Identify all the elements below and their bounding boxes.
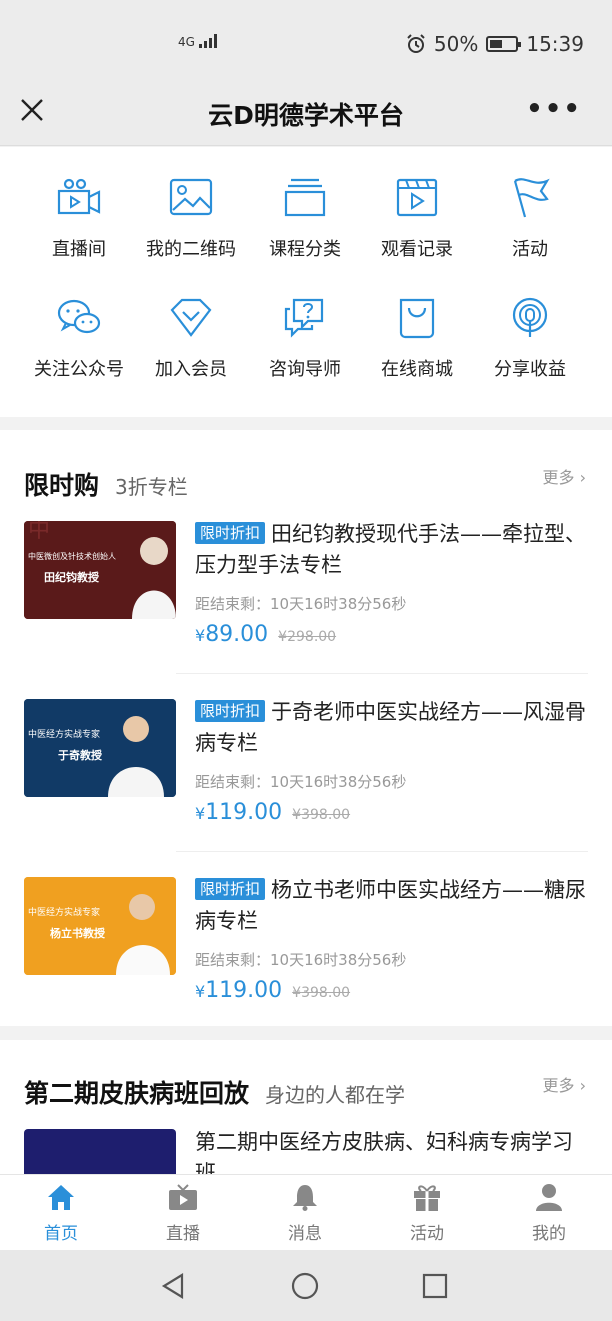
status-bar: 4G 50% 15:39: [0, 0, 612, 80]
menu-item-watch-history[interactable]: 观看记录: [356, 177, 478, 261]
page-title: 云D明德学术平台: [208, 101, 404, 130]
live-camera-icon: [57, 178, 101, 215]
price: ¥89.00 ¥298.00: [195, 622, 337, 647]
broadcast-icon: [512, 297, 548, 337]
section-title: 第二期皮肤病班回放: [24, 1079, 250, 1108]
countdown: 距结束剩：10天16时38分56秒: [195, 773, 407, 791]
menu-item-my-qr[interactable]: 我的二维码: [130, 177, 252, 261]
menu-item-follow-account[interactable]: 关注公众号: [18, 297, 140, 381]
course-card[interactable]: 中医经方实战专家 杨立书教授 限时折扣 杨立书老师中医实战经方——糖尿病专栏 距结…: [24, 877, 588, 1027]
menu-item-join-member[interactable]: 加入会员: [130, 297, 252, 381]
menu-item-share-earnings[interactable]: 分享收益: [469, 297, 591, 381]
title-bar: 云D明德学术平台 •••: [0, 80, 612, 146]
video-history-icon: [396, 178, 438, 217]
bottom-tab-bar: 首页 直播 消息 活动 我的: [0, 1174, 612, 1250]
course-card[interactable]: 第二期中医经方皮肤病、妇科病专病学习班: [24, 1129, 588, 1174]
course-card[interactable]: 中 中医微创及针技术创始人 田纪钧教授 限时折扣 田纪钧教授现代手法——牵拉型、压…: [24, 521, 588, 671]
svg-text:中: 中: [28, 521, 50, 543]
tab-live[interactable]: 直播: [122, 1183, 244, 1244]
flag-icon: [513, 178, 550, 218]
back-icon[interactable]: [160, 1272, 188, 1300]
more-link[interactable]: 更多 ›: [542, 1072, 586, 1096]
recents-icon[interactable]: [421, 1272, 449, 1300]
menu-label: 观看记录: [381, 239, 453, 260]
original-price: 398.00: [301, 807, 351, 823]
diamond-icon: [170, 298, 212, 337]
menu-label: 在线商城: [381, 359, 453, 380]
replay-section: 第二期皮肤病班回放 身边的人都在学 更多 › 第二期中医经方皮肤病、妇科病专病学…: [0, 1040, 612, 1174]
menu-item-live-room[interactable]: 直播间: [18, 177, 140, 261]
user-icon: [536, 1184, 562, 1211]
flash-sale-section: 限时购 3折专栏 更多 › 中 中医微创及针技术创始人 田纪钧教授 限时折扣田纪…: [0, 430, 612, 1026]
discount-badge: 限时折扣: [195, 700, 266, 722]
course-card[interactable]: 中医经方实战专家 于奇教授 限时折扣 于奇老师中医实战经方——风湿骨病专栏 距结束…: [24, 699, 588, 849]
shopping-bag-icon: [399, 298, 435, 339]
signal-icon: 4G: [178, 34, 221, 49]
price: ¥119.00 ¥398.00: [195, 978, 351, 1003]
more-link[interactable]: 更多 ›: [542, 464, 586, 488]
tab-messages[interactable]: 消息: [244, 1183, 366, 1244]
course-thumbnail: [24, 1129, 176, 1174]
section-subtitle: 3折专栏: [115, 475, 188, 499]
menu-item-course-category[interactable]: 课程分类: [244, 177, 366, 261]
discount-badge: 限时折扣: [195, 522, 266, 544]
menu-label: 加入会员: [155, 359, 227, 380]
thumb-caption: 中医微创及针技术创始人: [28, 552, 116, 561]
original-price: 398.00: [301, 985, 351, 1001]
gift-icon: [414, 1185, 440, 1211]
battery-icon: [486, 36, 522, 52]
question-chat-icon: [284, 298, 324, 338]
menu-label: 直播间: [52, 239, 106, 260]
menu-item-online-mall[interactable]: 在线商城: [356, 297, 478, 381]
course-thumbnail: 中 中医微创及针技术创始人 田纪钧教授: [24, 521, 176, 619]
section-title: 限时购: [24, 471, 100, 500]
thumb-name: 于奇教授: [58, 749, 102, 762]
menu-label: 活动: [512, 239, 548, 260]
tv-icon: [169, 1184, 197, 1210]
menu-item-consult-mentor[interactable]: 咨询导师: [244, 297, 366, 381]
menu-label: 分享收益: [494, 359, 566, 380]
thumb-caption: 中医经方实战专家: [28, 908, 101, 918]
system-nav-bar: [0, 1250, 612, 1321]
thumb-name: 田纪钧教授: [44, 571, 99, 584]
wechat-icon: [57, 299, 101, 334]
more-menu-icon[interactable]: •••: [526, 94, 582, 124]
thumb-caption: 中医经方实战专家: [28, 730, 101, 740]
menu-item-activity[interactable]: 活动: [469, 177, 591, 261]
image-icon: [169, 178, 213, 216]
bell-icon: [293, 1185, 317, 1211]
divider: [176, 673, 588, 674]
alarm-icon: [407, 34, 425, 53]
original-price: 298.00: [287, 629, 337, 645]
section-subtitle: 身边的人都在学: [265, 1083, 406, 1107]
divider: [176, 851, 588, 852]
battery-percent: 50%: [433, 32, 479, 56]
home-icon: [48, 1185, 74, 1210]
course-title: 第二期中医经方皮肤病、妇科病专病学习班: [195, 1130, 573, 1174]
menu-label: 我的二维码: [146, 239, 236, 260]
clock: 15:39: [526, 32, 584, 56]
discount-badge: 限时折扣: [195, 878, 266, 900]
price: ¥119.00 ¥398.00: [195, 800, 351, 825]
menu-label: 咨询导师: [269, 359, 341, 380]
course-thumbnail: 中医经方实战专家 杨立书教授: [24, 877, 176, 975]
menu-label: 关注公众号: [34, 359, 124, 380]
tab-profile[interactable]: 我的: [488, 1183, 610, 1244]
countdown: 距结束剩：10天16时38分56秒: [195, 595, 407, 613]
tab-home[interactable]: 首页: [0, 1183, 122, 1244]
category-icon: [284, 178, 326, 217]
tab-activity[interactable]: 活动: [366, 1183, 488, 1244]
menu-label: 课程分类: [269, 239, 341, 260]
thumb-name: 杨立书教授: [50, 927, 105, 940]
course-thumbnail: 中医经方实战专家 于奇教授: [24, 699, 176, 797]
feature-grid: 直播间 我的二维码 课程分类 观看记录 活动 关注公众号 加入会员 咨询导师 在…: [0, 147, 612, 417]
home-circle-icon[interactable]: [291, 1272, 319, 1300]
countdown: 距结束剩：10天16时38分56秒: [195, 951, 407, 969]
chevron-right-icon: ›: [579, 1076, 586, 1095]
chevron-right-icon: ›: [579, 468, 586, 487]
